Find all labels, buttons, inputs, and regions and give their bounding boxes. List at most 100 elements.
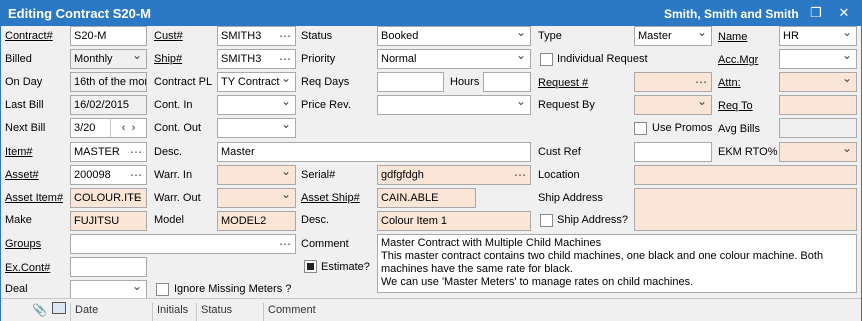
ex-cont-label: Ex.Cont# [5, 262, 51, 274]
asset-label: Asset# [5, 169, 39, 181]
grid-col-date[interactable]: Date [70, 303, 98, 321]
deal-select[interactable] [70, 280, 147, 300]
comment-memo[interactable]: Master Contract with Multiple Child Mach… [377, 234, 857, 293]
next-bill-label: Next Bill [5, 122, 46, 134]
desc2-field[interactable]: Colour Item 1 [377, 211, 531, 231]
type-select[interactable]: Master [634, 26, 712, 46]
make-field[interactable]: FUJITSU [70, 211, 147, 231]
cont-in-select[interactable] [217, 95, 296, 115]
serial-label: Serial# [301, 169, 336, 181]
priority-select[interactable]: Normal [377, 49, 531, 69]
history-grid-header: 📎 Date Initials Status Comment [1, 298, 861, 321]
ekm-rto-select[interactable] [779, 142, 857, 162]
close-icon[interactable]: ✕ [837, 6, 851, 20]
item-label: Item# [5, 146, 33, 158]
cust-ref-field[interactable] [634, 142, 712, 162]
next-bill-spinner[interactable]: ‹ › [110, 119, 146, 137]
asset-ship-field[interactable]: CAIN.ABLE [377, 188, 476, 208]
ignore-meters-checkbox[interactable] [156, 283, 169, 296]
req-to-label: Req To [718, 100, 753, 112]
next-bill-field[interactable]: 3/20 ‹ › [70, 118, 147, 138]
warr-in-select[interactable] [217, 165, 296, 185]
acc-mgr-label: Acc.Mgr [718, 54, 759, 66]
ship-address-label: Ship Address [538, 192, 603, 204]
ship-address-checkbox[interactable] [540, 214, 553, 227]
ignore-meters-label: Ignore Missing Meters ? [174, 283, 292, 295]
hours-label: Hours [450, 76, 480, 88]
individual-request-label: Individual Request [557, 53, 648, 65]
req-days-label: Req Days [301, 76, 350, 88]
groups-field[interactable] [70, 234, 296, 254]
avg-bills-label: Avg Bills [718, 123, 760, 135]
billed-label: Billed [5, 53, 32, 65]
window-title: Editing Contract S20-M [8, 6, 152, 21]
on-day-field[interactable]: 16th of the mon [70, 72, 147, 92]
attn-select[interactable] [779, 72, 857, 92]
asset-item-label: Asset Item# [5, 192, 64, 204]
avg-bills-field [779, 118, 857, 138]
spin-left-icon[interactable]: ‹ [122, 122, 126, 134]
attachment-icon[interactable]: 📎 [32, 303, 47, 317]
deal-label: Deal [5, 283, 28, 295]
last-bill-label: Last Bill [5, 99, 44, 111]
grid-col-initials[interactable]: Initials [152, 303, 188, 321]
name-select[interactable]: HR [779, 26, 857, 46]
attn-label: Attn: [718, 77, 741, 89]
spin-right-icon[interactable]: › [132, 122, 136, 134]
estimate-checkbox[interactable] [304, 260, 317, 273]
asset-ship-label: Asset Ship# [301, 192, 360, 204]
restore-icon[interactable]: ❐ [809, 6, 823, 20]
contract-pl-select[interactable]: TY Contract [217, 72, 296, 92]
type-label: Type [538, 30, 562, 42]
warr-out-label: Warr. Out [154, 192, 201, 204]
status-label: Status [301, 30, 333, 42]
serial-field[interactable]: gdfgfdgh [377, 165, 531, 185]
grid-col-status[interactable]: Status [196, 303, 232, 321]
billed-select[interactable]: Monthly [70, 49, 147, 69]
ekm-rto-label: EKM RTO% [718, 146, 778, 158]
location-field[interactable] [634, 165, 857, 185]
req-days-field[interactable] [377, 72, 444, 92]
model-field[interactable]: MODEL2 [217, 211, 296, 231]
cont-out-select[interactable] [217, 118, 296, 138]
warr-out-select[interactable] [217, 188, 296, 208]
contract-field[interactable]: S20-M [70, 26, 147, 46]
asset-field[interactable]: 200098 [70, 165, 147, 185]
desc-field[interactable]: Master [217, 142, 531, 162]
grid-col-comment[interactable]: Comment [263, 303, 316, 321]
use-promos-checkbox[interactable] [634, 122, 647, 135]
desc-label: Desc. [154, 146, 183, 158]
form-body: Contract# Billed On Day Last Bill Next B… [1, 26, 861, 300]
cont-in-label: Cont. In [154, 99, 193, 111]
location-label: Location [538, 169, 580, 181]
ship-field[interactable]: SMITH3 [217, 49, 296, 69]
request-by-select[interactable] [634, 95, 712, 115]
next-bill-value: 3/20 [74, 122, 96, 134]
cust-ref-label: Cust Ref [538, 146, 581, 158]
last-bill-field[interactable]: 16/02/2015 [70, 95, 147, 115]
ship-address-field[interactable] [634, 188, 857, 231]
desc2-label: Desc. [301, 214, 330, 226]
item-field[interactable]: MASTER [70, 142, 147, 162]
name-label: Name [718, 31, 748, 43]
request-by-label: Request By [538, 99, 595, 111]
ex-cont-field[interactable] [70, 257, 147, 277]
price-rev-select[interactable] [377, 95, 531, 115]
ship-label: Ship# [154, 53, 183, 65]
groups-label: Groups [5, 238, 42, 250]
price-rev-label: Price Rev. [301, 99, 351, 111]
hours-field[interactable] [483, 72, 531, 92]
status-select[interactable]: Booked [377, 26, 531, 46]
title-bar: Editing Contract S20-M Smith, Smith and … [1, 1, 861, 26]
cust-field[interactable]: SMITH3 [217, 26, 296, 46]
acc-mgr-select[interactable] [779, 49, 857, 69]
individual-request-checkbox[interactable] [540, 53, 553, 66]
note-icon[interactable] [52, 302, 66, 314]
req-to-field[interactable] [779, 95, 857, 115]
request-no-label: Request # [538, 77, 589, 89]
contract-window: Editing Contract S20-M Smith, Smith and … [0, 0, 862, 321]
request-no-field[interactable] [634, 72, 712, 92]
company-name: Smith, Smith and Smith [664, 7, 799, 21]
comment-label: Comment [301, 238, 349, 250]
asset-item-field[interactable]: COLOUR.ITE [70, 188, 147, 208]
